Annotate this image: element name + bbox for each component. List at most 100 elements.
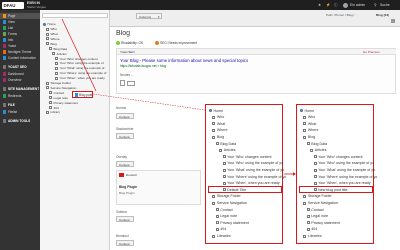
tree-node[interactable]: 404 <box>43 105 107 110</box>
tree-node[interactable]: Articles <box>300 148 372 153</box>
content-button[interactable]: Content <box>116 113 134 119</box>
module-item-info[interactable]: Info <box>0 37 40 43</box>
tree-node[interactable]: Privacy statement <box>209 220 281 225</box>
tree-node[interactable]: Blog Data <box>300 141 372 146</box>
tree-node[interactable]: Your 'Where' using the example of <box>43 71 107 76</box>
tree-node[interactable]: Who <box>300 115 372 119</box>
tree-node[interactable]: Articles <box>43 51 107 56</box>
tree-node[interactable]: Your 'Where' using the example of yo <box>300 174 377 179</box>
tree-node[interactable]: Contact <box>300 207 372 212</box>
tree-node[interactable]: Your 'When', when you are ready <box>43 76 107 81</box>
tree-node[interactable]: Library <box>43 110 107 115</box>
tree-node[interactable]: Blog Data <box>209 141 281 146</box>
tree-node[interactable]: Home <box>209 108 281 113</box>
go-premium-link[interactable]: Go Premium <box>363 50 380 54</box>
view-select-value: Columns <box>139 14 152 19</box>
tree-node[interactable]: Blog <box>209 134 281 139</box>
content-button[interactable]: Content <box>116 216 134 222</box>
content-button[interactable]: Content <box>116 133 134 139</box>
tree-node[interactable]: Articles <box>209 148 281 152</box>
gear-icon[interactable] <box>391 19 395 23</box>
tree-node[interactable]: Your 'Who' changes content <box>43 56 107 61</box>
tree-node[interactable]: 404 <box>209 227 281 231</box>
tree-node-label: Your 'Where' using the example of yo <box>227 174 287 179</box>
tree-node[interactable]: Where <box>300 128 372 132</box>
tree-node[interactable]: Where <box>209 128 281 132</box>
tree-node[interactable]: Blog <box>43 42 107 47</box>
search-label[interactable]: Suche <box>380 0 390 10</box>
logo[interactable]: DFAU <box>2 1 24 9</box>
overview-icon <box>2 78 6 82</box>
tree-node-label: Blog Data <box>53 46 68 51</box>
drag-ghost[interactable]: Blog post <box>72 91 93 98</box>
tree-filter-input[interactable] <box>42 13 108 18</box>
tree-node[interactable]: Storage Folder <box>300 194 372 198</box>
info-top-icon[interactable]: ⓘ <box>334 0 337 10</box>
tree-node[interactable]: Your 'What' using the example of yo <box>300 167 375 172</box>
lightning-icon[interactable]: ⚡ <box>326 0 330 10</box>
tree-node[interactable]: Your 'Where' using the example of yo <box>209 174 286 179</box>
tree-node[interactable]: Your 'Who' using the example of yo <box>300 161 374 165</box>
module-item-dashboard[interactable]: Dashboard <box>0 71 40 77</box>
module-item-view[interactable]: View <box>0 19 40 25</box>
tree-node[interactable]: Where <box>43 37 107 42</box>
tree-node[interactable]: Blog <box>300 134 372 139</box>
tree-node[interactable]: Default Title <box>208 186 282 193</box>
avatar[interactable] <box>343 2 348 8</box>
tree-node[interactable]: Service Navigation <box>43 86 107 91</box>
tree-node[interactable]: Service Navigation <box>209 200 281 205</box>
tree-node[interactable]: What <box>209 121 281 126</box>
module-item-redirects[interactable]: Redirects <box>0 93 40 99</box>
tree-node[interactable]: Libraries <box>300 233 372 238</box>
tree-node[interactable]: Privacy statement <box>300 220 372 225</box>
content-button[interactable]: Content <box>116 161 134 167</box>
tree-node[interactable]: Legal note <box>209 214 281 218</box>
tree-node[interactable]: Storage Folder <box>43 81 107 86</box>
tree-node[interactable]: 404 <box>300 227 372 231</box>
module-item-yoast[interactable]: Yoast <box>0 43 40 49</box>
tree-node[interactable]: Who <box>43 27 107 32</box>
tree-node[interactable]: Your 'Who' using the example of <box>43 61 107 66</box>
tree-node[interactable]: Your 'Who' using the example of yo <box>209 161 283 165</box>
tree-node[interactable]: Home <box>43 22 107 27</box>
tree-node[interactable]: Storage Folder <box>209 194 281 198</box>
module-item-neutiges-theme[interactable]: Neutiges Theme <box>0 49 40 55</box>
tree-node-label: Articles <box>314 148 327 153</box>
content-button[interactable]: Content <box>116 240 134 246</box>
tree-node[interactable]: Service Navigation <box>300 200 372 205</box>
tree-node[interactable]: Your 'When', when you are ready <box>300 181 372 185</box>
search-icon[interactable]: ⚲ <box>374 0 376 10</box>
tree-node[interactable]: Contact <box>209 207 281 212</box>
tree-node[interactable]: What <box>300 121 372 126</box>
tree-node[interactable]: Who <box>209 115 281 119</box>
tree-node-label: Legal note <box>53 95 68 100</box>
module-item-overview[interactable]: Overview <box>0 77 40 83</box>
tree-node[interactable]: Your 'What' using the example of <box>43 66 107 71</box>
module-item-forms[interactable]: Forms <box>0 31 40 37</box>
tree-node[interactable]: Your 'When', when you are ready <box>209 181 281 185</box>
content-element-blog-plugin[interactable]: Deutsch Blog Plugin Blog Plugin <box>116 170 201 205</box>
tree-node[interactable]: Your 'Who' changes content <box>209 154 281 159</box>
tree-node[interactable]: Your 'Who' changes content <box>300 154 372 159</box>
tree-node[interactable]: Your 'What' using the example of yo <box>209 167 284 172</box>
page-icon <box>222 175 226 179</box>
mobile-preview-icon[interactable] <box>120 80 125 86</box>
bookmarks-icon[interactable]: ★ <box>318 0 321 10</box>
tree-node[interactable]: Legal note <box>300 214 372 218</box>
module-item-page[interactable]: Page <box>0 13 40 19</box>
snippet-tab[interactable]: Yoast SEO <box>120 50 135 54</box>
module-item-filelist[interactable]: Filelist <box>0 109 40 115</box>
view-select[interactable]: Columns ▾ <box>136 13 162 19</box>
tree-node[interactable]: Privacy statement <box>43 100 107 105</box>
tree-node-label: Privacy statement <box>53 100 79 105</box>
desktop-preview-icon[interactable] <box>127 81 135 86</box>
tree-node[interactable]: New blog post title <box>299 186 373 193</box>
tree-node[interactable]: Blog Data <box>43 47 107 52</box>
tree-node[interactable]: What <box>43 32 107 37</box>
module-item-content-information[interactable]: Content Information <box>0 55 40 61</box>
page-icon <box>55 71 58 75</box>
tree-node[interactable]: Home <box>300 108 372 113</box>
user-menu[interactable]: Ein admin <box>350 0 365 10</box>
module-item-list[interactable]: List <box>0 25 40 31</box>
tree-node[interactable]: Libraries <box>209 233 281 238</box>
